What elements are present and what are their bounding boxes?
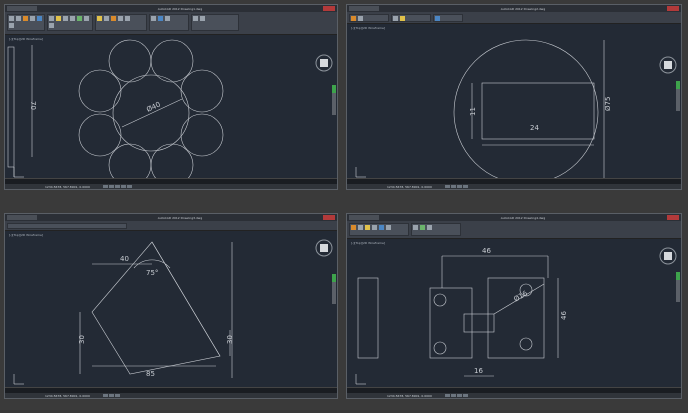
autocad-window-3: AutoCAD 2012 Drawing3.dwg [-][Top][2D Wi…	[4, 213, 338, 399]
quick-access-toolbar[interactable]	[349, 6, 379, 11]
quick-access-toolbar[interactable]	[7, 215, 37, 220]
status-bar: 1234.5678, 567.8901, 0.0000	[347, 184, 681, 189]
title-bar: AutoCAD 2012 Drawing1.dwg	[5, 5, 337, 12]
viewport-label[interactable]: [-][Top][2D Wireframe]	[9, 233, 43, 237]
central-circle	[112, 74, 190, 152]
snap-toggle[interactable]	[444, 185, 450, 188]
dim-text-right-height: 46	[560, 311, 568, 320]
center-knuckle	[463, 313, 495, 333]
ribbon-group-annotation[interactable]	[149, 14, 189, 31]
dimension-bar	[7, 46, 15, 168]
side-view-rect	[357, 277, 379, 359]
outline-polygon	[91, 241, 221, 375]
dim-text-left-height: 30	[78, 335, 86, 344]
snap-toggle[interactable]	[102, 185, 108, 188]
autocad-window-2: AutoCAD 2012 Drawing2.dwg [-][Top][2D Wi…	[346, 4, 682, 190]
ribbon-group-draw[interactable]	[349, 14, 389, 22]
ribbon	[5, 12, 337, 35]
status-coordinates: 1234.5678, 567.8901, 0.0000	[387, 184, 432, 189]
status-bar: 1234.5678, 567.8901, 0.0000	[5, 184, 337, 189]
polar-toggle[interactable]	[462, 185, 468, 188]
window-title: AutoCAD 2012 Drawing4.dwg	[500, 215, 546, 220]
left-plate	[429, 287, 473, 359]
autocad-window-1: AutoCAD 2012 Drawing1.dwg [-][Top][2D Wi…	[4, 4, 338, 190]
quick-access-toolbar[interactable]	[7, 6, 37, 11]
dim-text-rect-height: 11	[469, 107, 477, 116]
ribbon-group-tabs[interactable]	[7, 223, 127, 229]
ribbon-group-layers[interactable]	[95, 14, 147, 31]
window-title: AutoCAD 2012 Drawing2.dwg	[500, 6, 546, 11]
ortho-toggle[interactable]	[456, 185, 462, 188]
dim-text-right-height: 30	[226, 335, 234, 344]
title-bar: AutoCAD 2012 Drawing2.dwg	[347, 5, 681, 12]
right-plate	[487, 277, 545, 359]
circle-mid-right-top	[180, 69, 224, 113]
snap-toggle[interactable]	[102, 394, 108, 397]
status-coordinates: 1234.5678, 567.8901, 0.0000	[387, 393, 432, 398]
dim-text-top-width: 46	[482, 247, 491, 255]
snap-toggle[interactable]	[444, 394, 450, 397]
osnap-toggle[interactable]	[126, 185, 132, 188]
grid-toggle[interactable]	[108, 185, 114, 188]
grid-toggle[interactable]	[450, 394, 456, 397]
ribbon	[5, 221, 337, 231]
circle-mid-right-bottom	[180, 113, 224, 157]
right-slant-edge	[151, 241, 221, 357]
polar-toggle[interactable]	[462, 394, 468, 397]
title-bar: AutoCAD 2012 Drawing3.dwg	[5, 214, 337, 221]
drawing-canvas-1[interactable]: Ø40 70	[6, 37, 338, 181]
view-cube[interactable]	[659, 56, 677, 74]
drawing-canvas-4[interactable]: 46 Ø16 46 16	[348, 244, 682, 390]
grid-toggle[interactable]	[108, 394, 114, 397]
dim-text-angle: 75°	[146, 269, 158, 277]
view-cube[interactable]	[315, 239, 333, 257]
status-coordinates: 1234.5678, 567.8901, 0.0000	[45, 393, 90, 398]
status-coordinates: 1234.5678, 567.8901, 0.0000	[45, 184, 90, 189]
circle-mid-left-bottom	[78, 113, 122, 157]
window-title: AutoCAD 2012 Drawing3.dwg	[157, 215, 203, 220]
title-bar: AutoCAD 2012 Drawing4.dwg	[347, 214, 681, 221]
window-controls[interactable]	[667, 6, 679, 11]
dim-text-diameter: Ø40	[145, 100, 161, 113]
ortho-toggle[interactable]	[114, 185, 120, 188]
view-cube[interactable]	[315, 54, 333, 72]
quick-access-toolbar[interactable]	[349, 215, 379, 220]
ortho-toggle[interactable]	[114, 394, 120, 397]
window-title: AutoCAD 2012 Drawing1.dwg	[157, 6, 203, 11]
circle-mid-left-top	[78, 69, 122, 113]
polar-toggle[interactable]	[120, 185, 126, 188]
dim-text-diagonal: Ø16	[513, 289, 530, 303]
ribbon-group-properties[interactable]	[191, 14, 239, 31]
status-bar: 1234.5678, 567.8901, 0.0000	[347, 393, 681, 398]
dim-text-bottom-width: 85	[146, 370, 155, 378]
hole-left-bottom	[433, 341, 447, 355]
window-controls[interactable]	[323, 6, 335, 11]
ribbon-group-modify[interactable]	[47, 14, 93, 31]
autocad-window-4: AutoCAD 2012 Drawing4.dwg [-][Top][2D Wi…	[346, 213, 682, 399]
dim-text-height: 70	[29, 101, 37, 110]
drawing-canvas-3[interactable]: 40 75° 30 30 85	[6, 238, 338, 388]
ortho-toggle[interactable]	[456, 394, 462, 397]
drawing-canvas-2[interactable]: 24 11 Ø75	[348, 29, 682, 181]
ribbon	[347, 12, 681, 24]
grid-toggle[interactable]	[450, 185, 456, 188]
dim-text-rect-width: 24	[530, 124, 539, 132]
ribbon-group-modify[interactable]	[411, 223, 461, 236]
ribbon-group-modify[interactable]	[391, 14, 431, 22]
status-bar: 1234.5678, 567.8901, 0.0000	[5, 393, 337, 398]
hole-right-bottom	[519, 337, 533, 351]
view-cube[interactable]	[659, 247, 677, 265]
ribbon-group-layers[interactable]	[433, 14, 463, 22]
ribbon	[347, 221, 681, 239]
ribbon-group-draw[interactable]	[7, 14, 45, 31]
dim-text-bottom-width: 16	[474, 367, 483, 375]
window-controls[interactable]	[667, 215, 679, 220]
ribbon-group-draw[interactable]	[349, 223, 409, 236]
dim-text-circle-diameter: Ø75	[604, 97, 612, 111]
dim-text-top-width: 40	[120, 255, 129, 263]
hole-left-top	[433, 293, 447, 307]
window-controls[interactable]	[323, 215, 335, 220]
